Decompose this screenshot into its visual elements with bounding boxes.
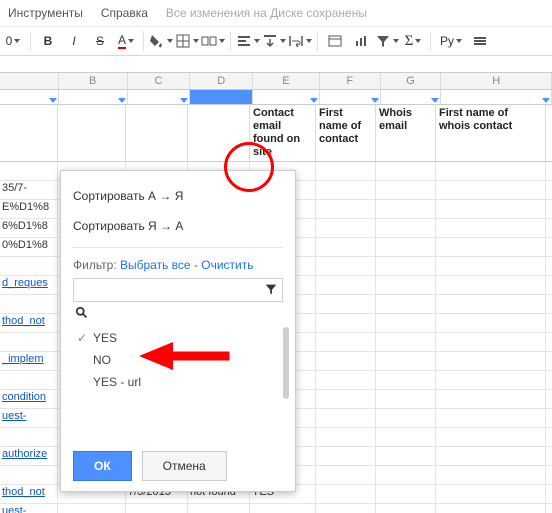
col-F[interactable]: F (320, 73, 381, 89)
cell-link[interactable]: _implem (2, 353, 44, 365)
search-icon (75, 306, 283, 323)
borders-button[interactable] (175, 29, 199, 53)
input-language-button[interactable]: Ру (436, 29, 466, 53)
bold-button[interactable]: B (36, 29, 60, 53)
cell-link[interactable]: d_reques (2, 277, 48, 289)
fill-color-button[interactable] (149, 29, 173, 53)
filter-option-yesurl[interactable]: YES - url (73, 371, 283, 393)
hdr-G: Whois email (376, 105, 436, 161)
filter-row (0, 90, 552, 105)
clear-link[interactable]: Очистить (201, 258, 253, 272)
header-row: Contact email found on site First name o… (0, 105, 552, 162)
hdr-E: Contact email found on site (250, 105, 316, 161)
column-header-row: B C D E F G H (0, 72, 552, 90)
cell-link: 0%D1%8 (2, 239, 48, 251)
col-A[interactable] (0, 73, 59, 89)
cell-link: E%D1%8 (2, 201, 49, 213)
filter-label: Фильтр: (73, 258, 117, 272)
col-E[interactable]: E (253, 73, 320, 89)
col-D[interactable]: D (190, 73, 253, 89)
cell-link[interactable]: condition (2, 391, 46, 403)
hdr-F: First name of contact (316, 105, 376, 161)
filter-D-active[interactable] (190, 90, 253, 104)
cell-link: 6%D1%8 (2, 220, 48, 232)
filter-H[interactable] (441, 90, 552, 104)
table-row[interactable]: uest- (0, 504, 552, 513)
text-color-button[interactable]: A (114, 29, 138, 53)
filter-F[interactable] (320, 90, 381, 104)
filter-A[interactable] (0, 90, 59, 104)
insert-link-button[interactable] (323, 29, 347, 53)
divider (73, 247, 283, 248)
functions-button[interactable]: Σ (401, 29, 425, 53)
zoom-value[interactable]: 0 (1, 29, 25, 53)
filter-option-yes[interactable]: YES (73, 327, 283, 349)
italic-button[interactable]: I (62, 29, 86, 53)
hdr-H: First name of whois contact (436, 105, 546, 161)
save-status: Все изменения на Диске сохранены (166, 6, 367, 20)
options-scrollbar[interactable] (283, 327, 289, 399)
wrap-button[interactable] (288, 29, 312, 53)
cell-link[interactable]: authorize (2, 448, 47, 460)
cell-link[interactable]: uest- (2, 410, 26, 422)
filter-B[interactable] (59, 90, 128, 104)
cell-link[interactable]: uest- (2, 505, 26, 513)
strike-button[interactable]: S (88, 29, 112, 53)
halign-button[interactable] (236, 29, 260, 53)
filter-options: YES NO YES - url (73, 327, 283, 437)
cancel-button[interactable]: Отмена (142, 451, 227, 481)
menu-help[interactable]: Справка (101, 6, 148, 20)
sort-za[interactable]: Сортировать Я → А (73, 211, 283, 241)
filter-C[interactable] (128, 90, 191, 104)
filter-option-no[interactable]: NO (73, 349, 283, 371)
more-button[interactable] (468, 29, 492, 53)
filter-button[interactable] (375, 29, 399, 53)
cell-link: 35/7- (2, 182, 27, 194)
sort-az[interactable]: Сортировать А → Я (73, 181, 283, 211)
cell-link[interactable]: thod_not (2, 315, 45, 327)
merge-button[interactable] (201, 29, 225, 53)
col-G[interactable]: G (381, 73, 442, 89)
valign-button[interactable] (262, 29, 286, 53)
cell-link[interactable]: thod_not (2, 486, 45, 498)
filter-E[interactable] (253, 90, 320, 104)
col-B[interactable]: B (59, 73, 128, 89)
filter-popup: Сортировать А → Я Сортировать Я → А Филь… (60, 170, 296, 492)
filter-G[interactable] (381, 90, 442, 104)
select-all-link[interactable]: Выбрать все (120, 258, 191, 272)
col-H[interactable]: H (441, 73, 552, 89)
filter-label-row: Фильтр: Выбрать все - Очистить (73, 258, 283, 272)
filter-search-box[interactable] (73, 278, 283, 302)
ok-button[interactable]: ОК (73, 451, 132, 481)
filter-icon (264, 282, 278, 299)
insert-chart-button[interactable] (349, 29, 373, 53)
col-C[interactable]: C (128, 73, 191, 89)
menu-tools[interactable]: Инструменты (8, 6, 83, 20)
spreadsheet: B C D E F G H Contact email found on sit… (0, 72, 552, 513)
toolbar: 0 B I S A Σ Ру (0, 26, 552, 56)
